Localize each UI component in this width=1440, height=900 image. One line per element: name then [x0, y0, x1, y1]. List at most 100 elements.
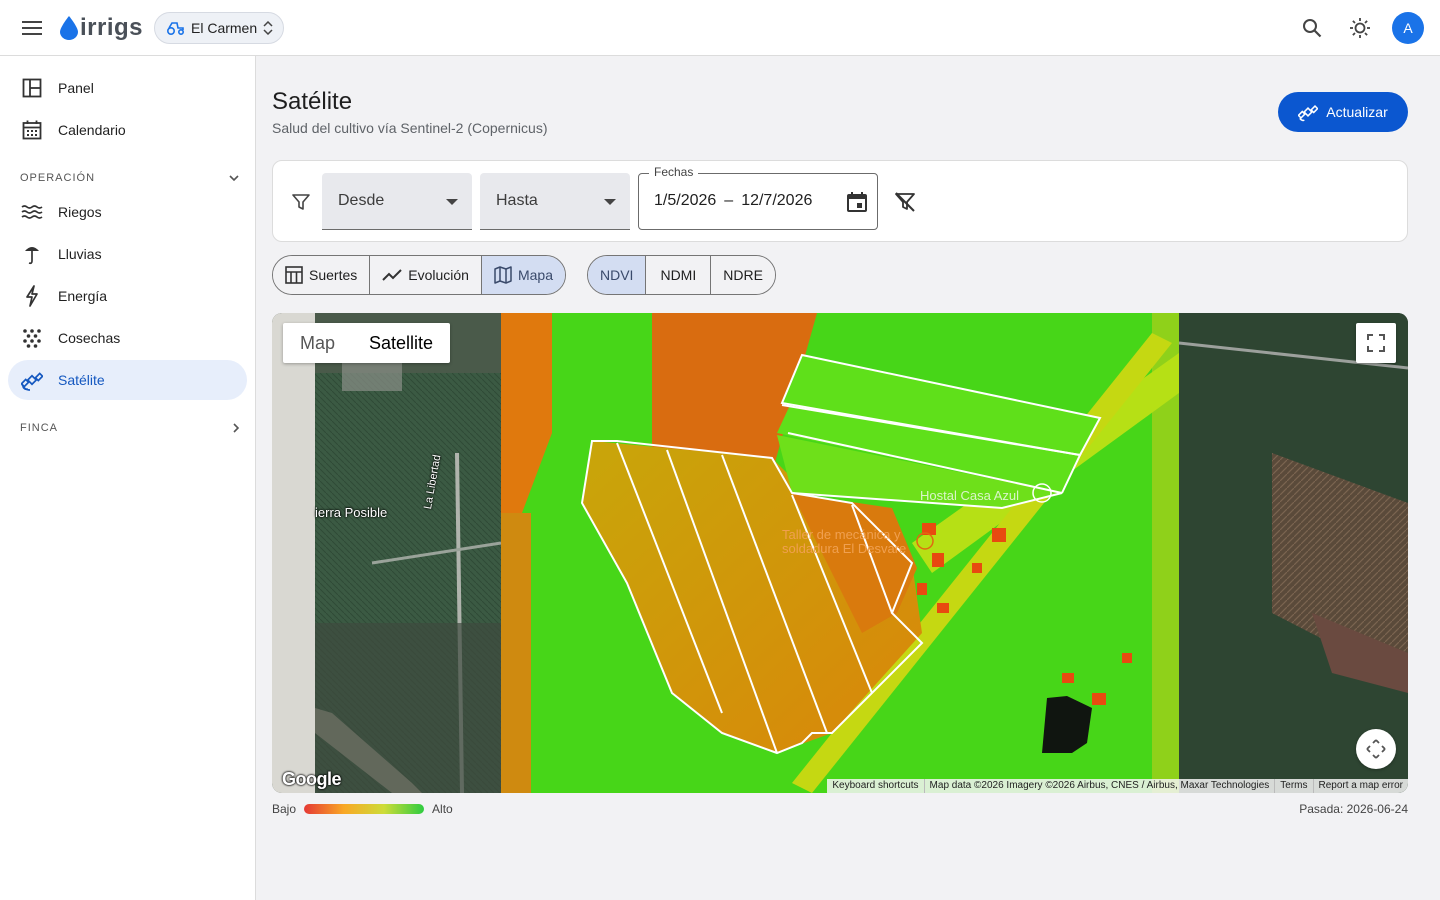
page-title: Satélite — [272, 88, 353, 115]
theme-toggle-icon[interactable] — [1344, 12, 1376, 44]
chevron-right-icon — [233, 423, 240, 433]
update-button[interactable]: Actualizar — [1278, 92, 1408, 132]
map-attribution: Keyboard shortcuts Map data ©2026 Imager… — [827, 779, 1408, 793]
map-data-text: Map data ©2026 Imagery ©2026 Airbus, CNE… — [923, 779, 1275, 793]
date-range-label: Fechas — [649, 165, 699, 179]
unfold-icon — [263, 21, 273, 35]
app-logo[interactable]: irrigs — [60, 14, 143, 42]
legend-high: Alto — [432, 802, 453, 816]
map-type-satellite[interactable]: Satellite — [352, 323, 450, 363]
satellite-icon — [1298, 104, 1319, 122]
view-switcher: Suertes Evolución Mapa — [272, 255, 566, 295]
page-subtitle: Salud del cultivo vía Sentinel-2 (Copern… — [272, 120, 548, 136]
grain-icon — [20, 326, 44, 350]
hasta-select-label: Hasta — [496, 192, 538, 209]
dashboard-icon — [20, 76, 44, 100]
keyboard-shortcuts-link[interactable]: Keyboard shortcuts — [827, 779, 923, 793]
sidebar-item-panel[interactable]: Panel — [8, 68, 247, 108]
satellite-icon — [20, 368, 44, 392]
date-separator: – — [724, 192, 734, 209]
filter-card: Desde Hasta Fechas 1/5/2026 – 12/7/2026 — [272, 160, 1408, 242]
map-icon — [494, 266, 512, 284]
satellite-map[interactable]: ierra Posible La Libertad Hostal Casa Az… — [272, 313, 1408, 793]
table-icon — [285, 266, 303, 284]
tractor-icon — [167, 22, 184, 35]
view-mapa-label: Mapa — [517, 267, 553, 283]
hasta-select[interactable]: Hasta — [480, 173, 630, 230]
sidebar-item-label: Energía — [58, 288, 108, 304]
google-logo: Google — [282, 769, 342, 789]
menu-icon[interactable] — [16, 12, 48, 44]
desde-select[interactable]: Desde — [322, 173, 472, 230]
date-range-value: 1/5/2026 – 12/7/2026 — [654, 192, 812, 210]
map-type-map[interactable]: Map — [283, 323, 352, 363]
calendar-icon[interactable] — [845, 190, 869, 214]
calendar-icon — [20, 118, 44, 142]
fullscreen-icon[interactable] — [1356, 323, 1396, 363]
camera-control-icon[interactable] — [1356, 729, 1396, 769]
search-icon[interactable] — [1296, 12, 1328, 44]
map-label-place: ierra Posible — [315, 505, 388, 520]
map-label-taller-line2: soldadura El Desvare — [782, 541, 907, 556]
water-drop-icon — [60, 16, 78, 40]
section-finca[interactable]: FINCA — [20, 418, 240, 438]
view-evolucion[interactable]: Evolución — [370, 256, 482, 294]
legend-low: Bajo — [272, 802, 297, 816]
index-ndvi[interactable]: NDVI — [588, 256, 647, 294]
waves-icon — [20, 200, 44, 224]
user-avatar[interactable]: A — [1392, 12, 1424, 44]
index-ndre-label: NDRE — [723, 267, 763, 283]
legend-gradient — [304, 804, 425, 814]
sidebar-item-riegos[interactable]: Riegos — [8, 192, 247, 232]
map-type-control: Map Satellite — [283, 323, 451, 363]
sidebar-item-label: Cosechas — [58, 330, 121, 346]
chevron-down-icon — [229, 175, 239, 182]
view-mapa[interactable]: Mapa — [481, 256, 565, 294]
index-ndre[interactable]: NDRE — [711, 256, 775, 294]
farm-name: El Carmen — [191, 20, 258, 36]
bolt-icon — [20, 284, 44, 308]
sidebar-item-energia[interactable]: Energía — [8, 276, 247, 316]
date-to: 12/7/2026 — [741, 192, 813, 209]
update-button-label: Actualizar — [1326, 104, 1388, 120]
top-app-bar: irrigs El Carmen A — [0, 0, 1440, 56]
sidebar-item-label: Riegos — [58, 204, 102, 220]
section-operacion[interactable]: OPERACIÓN — [20, 168, 240, 188]
index-ndmi[interactable]: NDMI — [646, 256, 712, 294]
sidebar-item-lluvias[interactable]: Lluvias — [8, 234, 247, 274]
view-suertes[interactable]: Suertes — [273, 256, 371, 294]
pass-date: Pasada: 2026-06-24 — [1299, 802, 1408, 816]
view-evolucion-label: Evolución — [408, 267, 469, 283]
sidebar: Panel Calendario OPERACIÓN Riegos Lluvia… — [0, 56, 256, 900]
sidebar-item-label: Lluvias — [58, 246, 102, 262]
sidebar-item-label: Panel — [58, 80, 94, 96]
filter-icon — [289, 190, 313, 214]
clear-filter-icon[interactable] — [893, 190, 917, 214]
sidebar-item-calendario[interactable]: Calendario — [8, 110, 247, 150]
caret-down-icon — [604, 199, 616, 205]
index-ndmi-label: NDMI — [660, 267, 697, 283]
terms-link[interactable]: Terms — [1274, 779, 1312, 793]
sidebar-item-label: Calendario — [58, 122, 126, 138]
trend-icon — [382, 269, 402, 281]
date-from: 1/5/2026 — [654, 192, 717, 209]
desde-select-label: Desde — [338, 192, 385, 209]
index-switcher: NDVI NDMI NDRE — [587, 255, 776, 295]
index-ndvi-label: NDVI — [600, 267, 634, 283]
map-label-taller-line1: Taller de mecánica y — [782, 527, 901, 542]
sidebar-item-label: Satélite — [58, 372, 105, 388]
sidebar-item-satelite[interactable]: Satélite — [8, 360, 247, 400]
view-suertes-label: Suertes — [309, 267, 358, 283]
map-label-taller: Taller de mecánica y soldadura El Desvar… — [782, 528, 906, 556]
section-label: OPERACIÓN — [20, 172, 96, 184]
map-label-hostal: Hostal Casa Azul — [920, 488, 1019, 503]
rain-icon — [20, 242, 44, 266]
section-label: FINCA — [20, 422, 58, 434]
ndvi-legend: Bajo Alto — [272, 802, 453, 816]
sidebar-item-cosechas[interactable]: Cosechas — [8, 318, 247, 358]
date-range-field[interactable]: Fechas 1/5/2026 – 12/7/2026 — [638, 165, 878, 230]
app-name: irrigs — [80, 14, 144, 41]
report-error-link[interactable]: Report a map error — [1312, 779, 1408, 793]
farm-selector[interactable]: El Carmen — [154, 12, 285, 44]
caret-down-icon — [446, 199, 458, 205]
